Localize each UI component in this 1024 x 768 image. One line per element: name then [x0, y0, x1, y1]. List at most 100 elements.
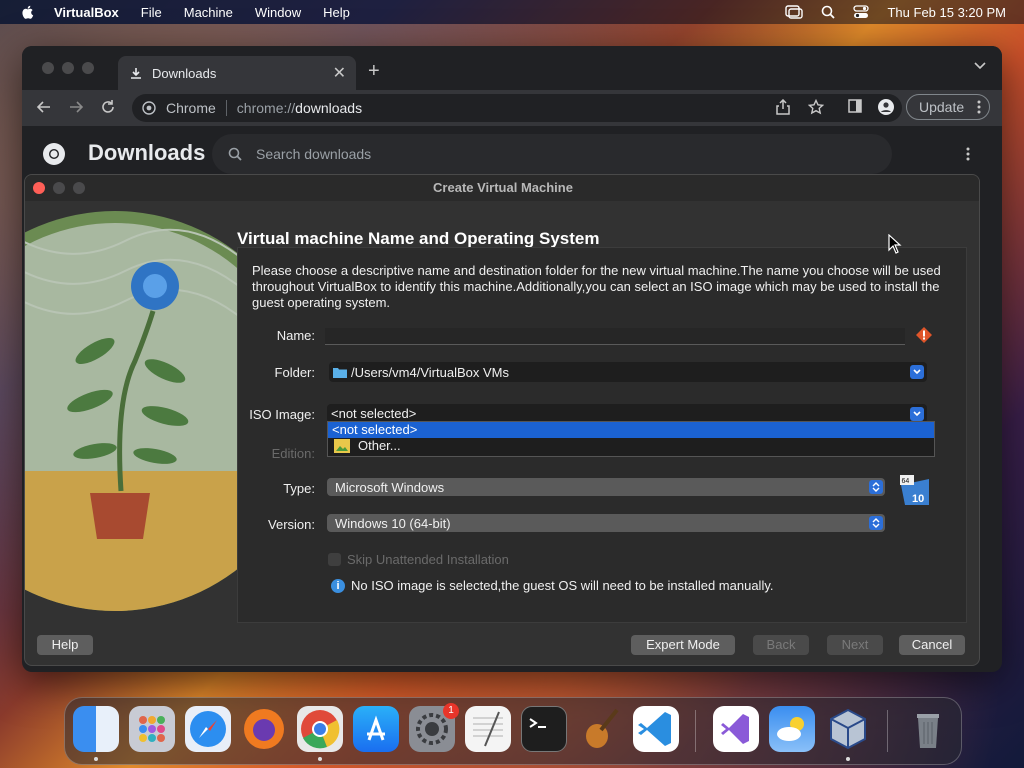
chrome-site-icon [142, 101, 156, 115]
version-value: Windows 10 (64-bit) [335, 515, 451, 531]
os-badge-version: 10 [912, 493, 924, 505]
folder-dropdown-button[interactable] [910, 365, 924, 379]
search-downloads-input[interactable]: Search downloads [212, 134, 892, 174]
cancel-button[interactable]: Cancel [899, 635, 965, 655]
garageband-icon[interactable] [577, 706, 623, 752]
folder-value: /Users/vm4/VirtualBox VMs [351, 364, 509, 380]
checkbox-box [328, 553, 341, 566]
dialog-close-button[interactable] [33, 182, 45, 194]
tab-title: Downloads [152, 65, 217, 81]
terminal-icon[interactable] [521, 706, 567, 752]
page-title: Downloads [88, 140, 206, 165]
dialog-heading: Virtual machine Name and Operating Syste… [237, 229, 600, 248]
dock-separator [695, 710, 696, 752]
skip-unattended-checkbox: Skip Unattended Installation [328, 552, 509, 567]
reload-icon[interactable] [100, 99, 116, 115]
dialog-description: Please choose a descriptive name and des… [252, 263, 941, 310]
vscode-icon[interactable] [633, 706, 679, 752]
app-store-icon[interactable] [353, 706, 399, 752]
menu-help[interactable]: Help [323, 5, 350, 20]
dock: 1 [64, 697, 962, 765]
iso-dropdown-button[interactable] [910, 407, 924, 421]
menu-bar: VirtualBox File Machine Window Help Thu … [0, 0, 1024, 24]
menu-file[interactable]: File [141, 5, 162, 20]
iso-value: <not selected> [331, 406, 417, 421]
name-label: Name: [276, 328, 315, 343]
close-window-button[interactable] [42, 62, 54, 74]
create-vm-dialog: Create Virtual Machine Virtual machine N… [24, 174, 980, 666]
update-button[interactable]: Update [906, 94, 990, 120]
url-text: chrome://downloads [236, 100, 363, 116]
search-icon [228, 147, 242, 161]
bookmark-star-icon[interactable] [808, 99, 824, 115]
zoom-window-button[interactable] [82, 62, 94, 74]
image-file-icon [334, 439, 350, 453]
os-badge-bits: 64 [902, 478, 910, 485]
finder-icon[interactable] [73, 706, 119, 752]
spotlight-search-icon[interactable] [821, 5, 836, 19]
menu-app-virtualbox[interactable]: VirtualBox [54, 5, 119, 20]
iso-option-other[interactable]: Other... [328, 438, 934, 454]
up-down-chevron-icon [872, 518, 880, 528]
menu-machine[interactable]: Machine [184, 5, 233, 20]
info-message: i No ISO image is selected,the guest OS … [331, 578, 773, 593]
control-center-icon[interactable] [853, 5, 870, 19]
folder-combo[interactable]: /Users/vm4/VirtualBox VMs [329, 362, 927, 382]
type-select[interactable]: Microsoft Windows [327, 478, 885, 496]
menubar-clock[interactable]: Thu Feb 15 3:20 PM [887, 5, 1006, 20]
back-arrow-icon[interactable] [36, 99, 52, 115]
site-label: Chrome [166, 100, 216, 116]
type-label: Type: [283, 481, 315, 496]
tab-downloads[interactable]: Downloads ✕ [118, 56, 356, 90]
running-indicator [318, 757, 322, 761]
chrome-logo-icon [43, 143, 65, 165]
side-panel-icon[interactable] [848, 99, 862, 113]
forward-arrow-icon[interactable] [68, 99, 84, 115]
mouse-pointer-icon [888, 234, 902, 254]
back-button: Back [753, 635, 809, 655]
up-down-chevron-icon [872, 482, 880, 492]
screen-mirroring-icon[interactable] [785, 5, 804, 19]
next-button: Next [827, 635, 883, 655]
trash-icon[interactable] [905, 706, 951, 752]
more-vertical-icon[interactable] [977, 99, 981, 115]
firefox-icon[interactable] [241, 706, 287, 752]
iso-option-not-selected[interactable]: <not selected> [328, 422, 934, 438]
running-indicator [846, 757, 850, 761]
windows-10-64bit-icon: 64 10 [900, 475, 929, 505]
share-icon[interactable] [776, 99, 790, 115]
type-select-stepper [869, 480, 883, 494]
textedit-icon[interactable] [465, 706, 511, 752]
notification-badge: 1 [443, 703, 459, 719]
close-tab-icon[interactable]: ✕ [333, 63, 346, 83]
virtualbox-icon[interactable] [825, 706, 871, 752]
download-icon [131, 68, 141, 79]
skip-unattended-label: Skip Unattended Installation [347, 552, 509, 567]
apple-icon[interactable] [20, 4, 36, 20]
version-select-stepper [869, 516, 883, 530]
edition-label: Edition: [271, 446, 315, 461]
version-select[interactable]: Windows 10 (64-bit) [327, 514, 885, 532]
chrome-icon[interactable] [297, 706, 343, 752]
chevron-down-icon[interactable] [974, 62, 986, 70]
folder-label: Folder: [274, 365, 315, 380]
dialog-zoom-button [73, 182, 85, 194]
downloads-menu-icon[interactable] [966, 146, 970, 162]
help-button[interactable]: Help [37, 635, 93, 655]
running-indicator [94, 757, 98, 761]
launchpad-icon[interactable] [129, 706, 175, 752]
address-separator [225, 100, 227, 116]
profile-avatar-icon[interactable] [878, 99, 894, 115]
visual-studio-icon[interactable] [713, 706, 759, 752]
warning-icon [916, 327, 932, 343]
weather-icon[interactable] [769, 706, 815, 752]
wizard-plant-illustration [25, 211, 245, 611]
new-tab-icon[interactable]: + [368, 60, 380, 83]
menu-window[interactable]: Window [255, 5, 301, 20]
expert-mode-button[interactable]: Expert Mode [631, 635, 735, 655]
vm-name-input[interactable] [325, 328, 905, 345]
chevron-down-icon [913, 411, 921, 417]
tab-strip: Downloads ✕ + [22, 46, 1002, 90]
minimize-window-button[interactable] [62, 62, 74, 74]
safari-icon[interactable] [185, 706, 231, 752]
